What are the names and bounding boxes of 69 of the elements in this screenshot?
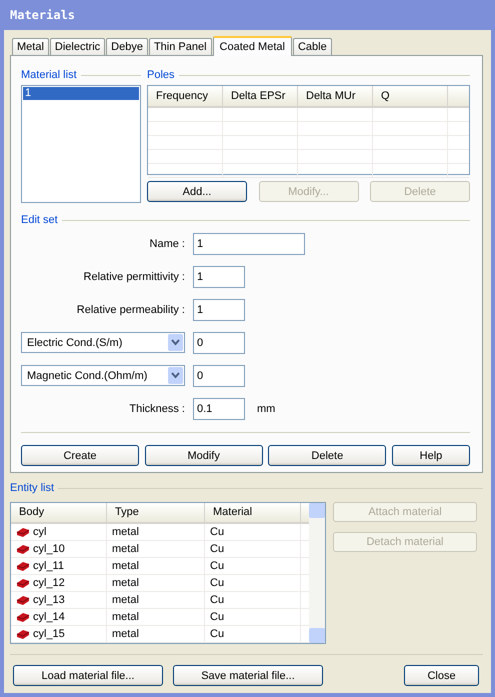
block-icon: [16, 560, 30, 572]
group-label: Material list: [21, 69, 77, 81]
block-icon: [16, 526, 30, 538]
unit-label: mm: [257, 402, 276, 414]
action-button[interactable]: Delete: [268, 445, 386, 466]
input-field[interactable]: 1: [193, 298, 245, 320]
field-label: Relative permittivity :: [82, 270, 185, 282]
table-cell[interactable]: metal: [112, 575, 139, 591]
table-cell[interactable]: Cu: [210, 524, 224, 540]
field-label: Relative permeability :: [76, 304, 185, 316]
table-cell[interactable]: metal: [112, 626, 139, 642]
unit-dropdown[interactable]: Magnetic Cond.(Ohm/m): [21, 365, 185, 386]
table-cell[interactable]: Cu: [210, 609, 224, 625]
block-icon: [16, 578, 30, 588]
column-header[interactable]: Delta MUr: [298, 86, 373, 106]
table-cell[interactable]: cyl_11: [33, 558, 64, 574]
table-cell[interactable]: metal: [112, 558, 139, 574]
list-item[interactable]: 1: [23, 87, 139, 100]
field-label: Thickness :: [128, 402, 185, 414]
action-button[interactable]: Create: [21, 445, 139, 466]
block-icon: [16, 628, 30, 640]
tab[interactable]: Debye: [106, 38, 148, 55]
block-icon: [16, 544, 30, 554]
column-header[interactable]: Material: [205, 503, 301, 522]
table-cell[interactable]: Cu: [210, 558, 224, 574]
column-header[interactable]: Body: [11, 503, 107, 522]
table-cell[interactable]: cyl_14: [33, 609, 65, 625]
input-field[interactable]: 1: [193, 266, 245, 288]
group-label: Poles: [147, 69, 175, 81]
field-label: Name :: [148, 238, 185, 250]
input-field[interactable]: 0.1: [193, 398, 245, 420]
table-cell[interactable]: cyl_15: [33, 626, 65, 642]
footer-button[interactable]: Save material file...: [173, 665, 323, 686]
group-label: Entity list: [10, 482, 54, 494]
tab[interactable]: Metal: [12, 38, 49, 55]
pole-button[interactable]: Add...: [147, 181, 247, 202]
window-title: Materials: [10, 8, 76, 22]
block-icon: [16, 612, 30, 622]
table-cell[interactable]: metal: [112, 609, 139, 625]
block-icon: [16, 594, 30, 606]
table-cell[interactable]: cyl: [33, 524, 46, 540]
input-field[interactable]: 0: [193, 364, 245, 386]
input-field[interactable]: 1: [193, 232, 305, 254]
footer-button[interactable]: Close: [404, 665, 479, 686]
table-cell[interactable]: cyl_12: [33, 575, 65, 591]
tab[interactable]: Coated Metal: [212, 36, 292, 56]
group-label: Edit set: [21, 214, 58, 226]
column-header[interactable]: Type: [107, 503, 205, 522]
unit-dropdown[interactable]: Electric Cond.(S/m): [21, 332, 185, 353]
table-cell[interactable]: cyl_10: [33, 541, 65, 557]
footer-button[interactable]: Load material file...: [13, 665, 163, 686]
table-cell[interactable]: metal: [112, 541, 139, 557]
action-button[interactable]: Help: [392, 445, 470, 466]
table-cell[interactable]: Cu: [210, 626, 224, 642]
tab[interactable]: Thin Panel: [148, 38, 212, 55]
action-button[interactable]: Modify: [144, 445, 263, 466]
column-header[interactable]: Q: [373, 86, 448, 106]
table-cell[interactable]: Cu: [210, 575, 224, 591]
table-cell[interactable]: Cu: [210, 592, 224, 608]
table-cell[interactable]: cyl_13: [33, 592, 65, 608]
input-field[interactable]: 0: [193, 332, 245, 354]
table-cell[interactable]: metal: [112, 592, 139, 608]
column-header[interactable]: Frequency: [148, 86, 223, 106]
tab[interactable]: Dielectric: [50, 38, 106, 55]
table-cell[interactable]: metal: [112, 524, 139, 540]
tab[interactable]: Cable: [292, 38, 332, 55]
column-header[interactable]: Delta EPSr: [223, 86, 298, 106]
scrollbar[interactable]: [309, 503, 325, 643]
table-cell[interactable]: Cu: [210, 541, 224, 557]
